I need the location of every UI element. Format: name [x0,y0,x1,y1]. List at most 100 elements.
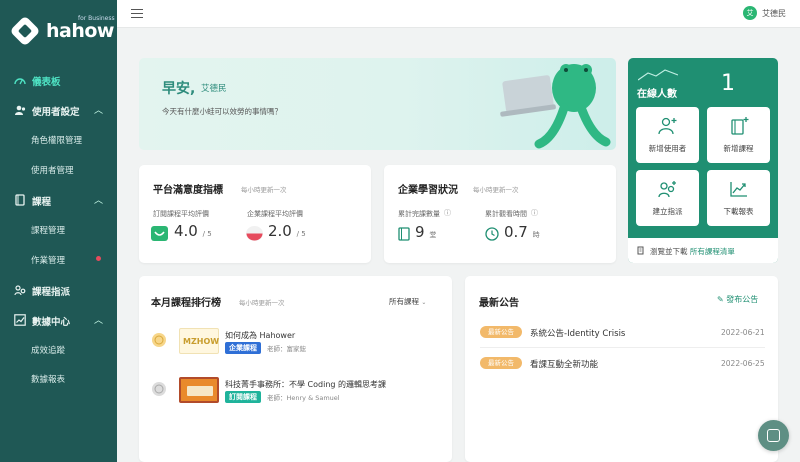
greeting-text: 早安, [162,81,196,97]
rating-value: 4.0 [174,222,198,240]
subscribed-rating: 4.0 / 5 [174,222,212,240]
sidebar-item-role-permissions[interactable]: 角色權限管理 [0,127,117,153]
trend-line-icon [638,69,678,81]
chart-line-icon [14,314,26,326]
metric-label: 企業課程平均評價 [247,210,303,218]
sad-face-icon [246,226,263,241]
tile-label: 建立指派 [652,207,683,216]
tile-label: 新增課程 [723,144,754,153]
sidebar-item-label: 數據中心 [32,317,71,328]
add-book-icon [731,117,749,135]
learning-status-card: 企業學習狀況 每小時更新一次 累計完課數量 ⓘ 9 堂 累計觀看時間 ⓘ 0.7… [384,165,616,263]
announcement-badge: 最新公告 [480,326,522,338]
frog-mascot-illustration [500,64,611,149]
sidebar-item-label: 成效追蹤 [31,346,66,356]
update-note: 每小時更新一次 [239,299,285,307]
metric-unit: 時 [532,231,540,239]
silver-medal-icon [152,382,166,396]
smile-face-icon [151,226,168,241]
sidebar-item-label: 課程管理 [31,226,66,236]
online-users-count: 1 [721,71,735,96]
sidebar-item-assignment-management[interactable]: 作業管理 [0,247,117,273]
book-icon [398,227,410,241]
assign-users-icon [14,285,26,296]
add-course-tile[interactable]: 新增課程 [707,107,770,163]
course-title[interactable]: 如何成為 Hahower [225,330,295,341]
update-note: 每小時更新一次 [473,186,519,194]
gold-medal-icon [152,333,166,347]
metric-label: 累計完課數量 [398,210,440,218]
publish-announcement-button[interactable]: ✎ 發布公告 [717,294,758,305]
sidebar-item-user-management[interactable]: 使用者管理 [0,157,117,183]
satisfaction-card: 平台滿意度指標 每小時更新一次 訂閱課程平均評價 4.0 / 5 企業課程平均評… [139,165,371,263]
sidebar-item-course-assignment[interactable]: 課程指派 [0,276,117,304]
download-icon [637,246,644,255]
menu-collapse-icon[interactable] [131,9,143,18]
divider [480,347,765,348]
sidebar-item-label: 數據報表 [31,375,66,385]
download-report-tile[interactable]: 下載報表 [707,170,770,226]
ranking-row[interactable]: 科技菁手事務所：不學 Coding 的邏輯思考課 訂閱課程 老師：Henry &… [139,373,451,413]
sidebar-item-course-management[interactable]: 課程管理 [0,217,117,243]
update-note: 每小時更新一次 [241,186,287,194]
course-list-download-bar[interactable]: 瀏覽並下載 所有課程清單 [628,238,778,263]
card-title: 企業學習狀況 [398,185,458,196]
teacher-label: 老師 [267,394,280,402]
logo-text: hahow [46,20,114,42]
topbar: 艾 艾德民 [117,0,800,28]
card-title: 平台滿意度指標 [153,185,223,196]
sidebar-item-courses[interactable]: 課程 ︿ [0,186,117,214]
course-thumbnail: MZHOW [179,328,219,354]
user-menu[interactable]: 艾 艾德民 [743,6,786,20]
ranking-row[interactable]: MZHOW 如何成為 Hahower 企業課程 老師：富家鋐 [139,324,451,364]
sidebar-item-label: 角色權限管理 [31,136,83,146]
greeting-subtitle: 今天有什麼小蛙可以效勞的事情嗎？ [162,107,282,116]
chart-download-icon [730,182,747,197]
course-thumbnail [179,377,219,403]
rating-value: 2.0 [268,222,292,240]
sidebar: hahow for Business 儀表板 使用者設定 ︿ 角色權限管理 使用… [0,0,117,462]
sidebar-item-performance-tracking[interactable]: 成效追蹤 [0,337,117,363]
create-assignment-tile[interactable]: 建立指派 [636,170,699,226]
sidebar-item-data-center[interactable]: 數據中心 ︿ [0,306,117,334]
sidebar-item-dashboard[interactable]: 儀表板 [0,66,117,94]
add-user-tile[interactable]: 新增使用者 [636,107,699,163]
chevron-down-icon: ⌄ [421,299,427,306]
add-user-icon [658,117,677,135]
teacher-name: 富家鋐 [286,345,307,353]
card-title: 本月課程排行榜 [151,298,221,309]
sidebar-item-label: 使用者設定 [32,107,80,118]
sidebar-item-label: 使用者管理 [31,166,74,176]
announcement-title[interactable]: 看課互動全新功能 [530,358,598,370]
course-filter-dropdown[interactable]: 所有課程 ⌄ [389,296,426,307]
metric-value: 9 [415,223,425,241]
sidebar-item-data-reports[interactable]: 數據報表 [0,366,117,392]
chevron-up-icon: ︿ [94,106,104,116]
card-title: 最新公告 [479,298,519,309]
announcement-date: 2022-06-21 [721,328,765,337]
course-list-link[interactable]: 所有課程清單 [690,247,735,256]
teacher-info: 老師：Henry & Samuel [267,394,340,402]
greeting-banner: 早安, 艾德民 今天有什麼小蛙可以效勞的事情嗎？ [139,58,616,150]
sidebar-item-user-settings[interactable]: 使用者設定 ︿ [0,96,117,124]
metric-unit: 堂 [429,231,437,239]
publish-label: 發布公告 [726,295,759,304]
watch-time: 0.7 時 [504,223,540,241]
rating-unit: / 5 [202,230,212,238]
book-icon [15,194,25,206]
hahow-logo[interactable]: hahow for Business [9,15,115,47]
enterprise-rating: 2.0 / 5 [268,222,306,240]
chat-support-button[interactable] [758,420,789,451]
metric-label: 累計觀看時間 [485,210,527,218]
download-prefix-text: 瀏覽並下載 [650,247,688,256]
course-title[interactable]: 科技菁手事務所：不學 Coding 的邏輯思考課 [225,379,386,390]
sidebar-item-label: 儀表板 [32,77,61,88]
tile-label: 下載報表 [723,207,754,216]
course-ranking-card: 本月課程排行榜 每小時更新一次 所有課程 ⌄ MZHOW 如何成為 Hahowe… [139,276,452,462]
info-icon[interactable]: ⓘ [444,208,451,218]
logo-mark-icon [9,15,41,47]
info-icon[interactable]: ⓘ [531,208,538,218]
announcement-title[interactable]: 系統公告-Identity Crisis [530,327,625,339]
course-type-badge: 企業課程 [225,342,261,354]
rating-unit: / 5 [296,230,306,238]
